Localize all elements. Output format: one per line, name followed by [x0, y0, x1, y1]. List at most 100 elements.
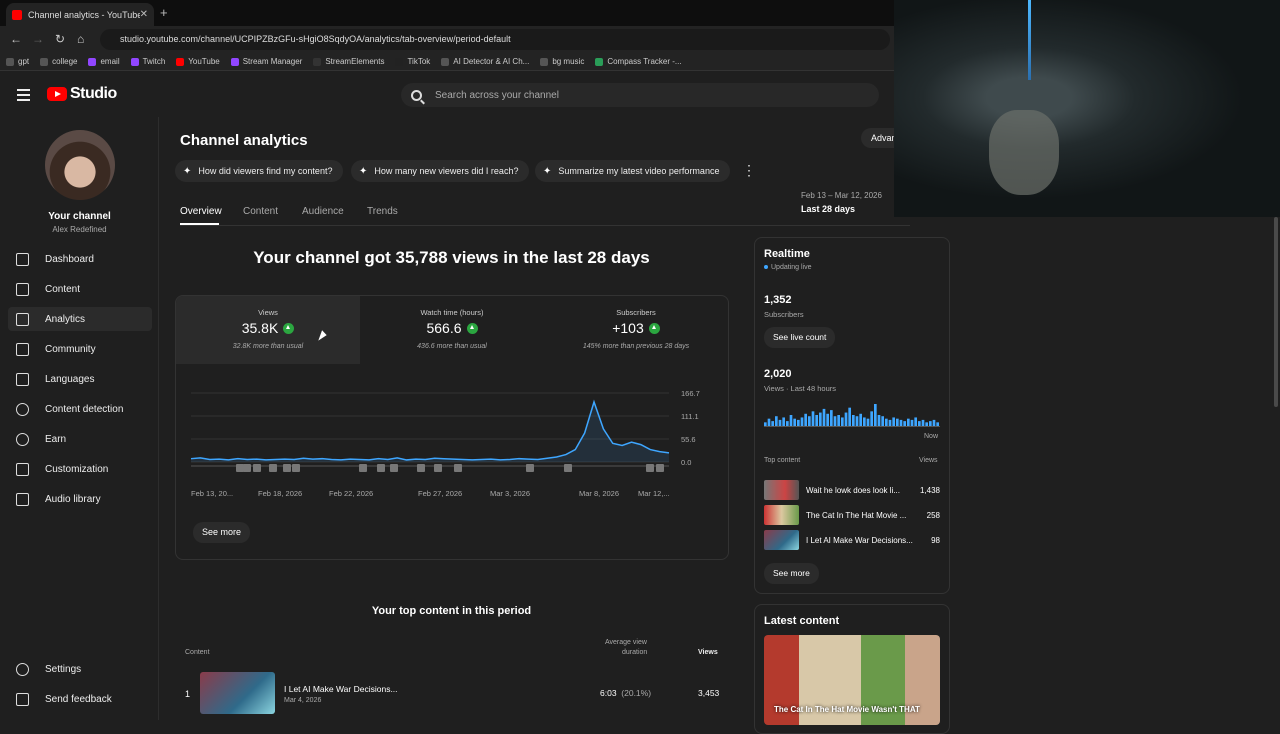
video-marker[interactable] — [377, 464, 385, 472]
realtime-bar[interactable] — [885, 418, 888, 426]
realtime-bar[interactable] — [822, 408, 826, 426]
video-marker[interactable] — [236, 464, 244, 472]
realtime-bar[interactable] — [910, 419, 914, 426]
realtime-bar[interactable] — [844, 412, 848, 426]
realtime-bar[interactable] — [881, 416, 884, 426]
video-marker[interactable] — [526, 464, 534, 472]
realtime-bar[interactable] — [866, 418, 870, 426]
sidebar-item-audio-library[interactable]: Audio library — [8, 487, 152, 511]
video-marker[interactable] — [292, 464, 300, 472]
home-icon[interactable]: ⌂ — [77, 32, 84, 46]
realtime-bar[interactable] — [936, 422, 939, 426]
new-tab-button[interactable]: + — [160, 5, 168, 20]
video-marker[interactable] — [454, 464, 462, 472]
sidebar-item-content[interactable]: Content — [8, 277, 152, 301]
period-label[interactable]: Last 28 days — [801, 204, 855, 214]
realtime-bar[interactable] — [833, 416, 837, 426]
more-options-icon[interactable]: ⋮ — [742, 162, 756, 179]
back-icon[interactable]: ← — [10, 32, 22, 46]
realtime-list-item[interactable]: Wait he lowk does look li... 1,438 — [764, 480, 940, 500]
bookmark-item[interactable]: gpt — [6, 57, 29, 66]
sidebar-item-customization[interactable]: Customization — [8, 457, 152, 481]
hamburger-menu-icon[interactable] — [17, 89, 30, 101]
scrollbar[interactable] — [1274, 217, 1278, 407]
video-marker[interactable] — [243, 464, 251, 472]
realtime-bar[interactable] — [819, 412, 822, 426]
close-tab-icon[interactable]: ✕ — [140, 9, 148, 20]
realtime-bar[interactable] — [892, 417, 895, 426]
realtime-bar[interactable] — [800, 417, 804, 426]
realtime-bar[interactable] — [903, 421, 906, 426]
realtime-bar[interactable] — [775, 416, 778, 426]
sidebar-item-dashboard[interactable]: Dashboard — [8, 247, 152, 271]
realtime-see-more-button[interactable]: See more — [764, 563, 819, 584]
tab-content[interactable]: Content — [243, 206, 278, 217]
bookmark-item[interactable]: Stream Manager — [230, 57, 302, 66]
reload-icon[interactable]: ↻ — [55, 32, 65, 46]
col-header-views[interactable]: Views — [698, 649, 718, 656]
realtime-bar[interactable] — [778, 419, 782, 426]
sidebar-item-analytics[interactable]: Analytics — [8, 307, 152, 331]
bookmark-item[interactable]: StreamElements — [313, 57, 384, 66]
bookmark-item[interactable]: bg music — [540, 57, 584, 66]
ask-chip-find-content[interactable]: ✦ How did viewers find my content? — [175, 160, 344, 182]
realtime-bar[interactable] — [764, 422, 767, 426]
sidebar-item-settings[interactable]: Settings — [8, 657, 152, 681]
studio-logo[interactable]: Studio — [47, 85, 117, 103]
video-thumbnail[interactable] — [200, 672, 275, 714]
period-range[interactable]: Feb 13 – Mar 12, 2026 — [801, 191, 882, 200]
realtime-bar[interactable] — [925, 422, 928, 426]
search-input[interactable]: Search across your channel — [401, 83, 879, 107]
bookmark-item[interactable]: college — [40, 57, 77, 66]
video-marker[interactable] — [359, 464, 367, 472]
channel-avatar[interactable] — [45, 130, 115, 200]
bookmark-item[interactable]: YouTube — [176, 57, 220, 66]
metric-views[interactable]: Views 35.8K 32.8K more than usual — [176, 296, 360, 364]
realtime-bar[interactable] — [874, 404, 877, 426]
realtime-bar[interactable] — [870, 411, 873, 426]
realtime-bar[interactable] — [837, 415, 840, 426]
video-marker[interactable] — [253, 464, 261, 472]
url-field[interactable]: studio.youtube.com/channel/UCPIPZBzGFu-s… — [100, 29, 890, 50]
table-row[interactable]: 1 I Let AI Make War Decisions... Mar 4, … — [175, 667, 729, 717]
metric-watch-time[interactable]: Watch time (hours) 566.6 436.6 more than… — [360, 296, 544, 364]
realtime-bar[interactable] — [793, 418, 796, 426]
realtime-bar[interactable] — [826, 413, 829, 426]
video-title[interactable]: I Let AI Make War Decisions... — [284, 684, 398, 694]
realtime-bar[interactable] — [771, 421, 774, 426]
video-marker[interactable] — [283, 464, 291, 472]
realtime-bar[interactable] — [918, 421, 921, 426]
bookmark-item[interactable]: email — [88, 57, 120, 66]
realtime-bar[interactable] — [921, 419, 925, 426]
realtime-bar[interactable] — [932, 419, 936, 426]
metric-subscribers[interactable]: Subscribers +103 145% more than previous… — [544, 296, 728, 364]
tab-audience[interactable]: Audience — [302, 206, 344, 217]
realtime-bar[interactable] — [767, 418, 771, 426]
tab-trends[interactable]: Trends — [367, 206, 398, 217]
realtime-bar[interactable] — [929, 421, 932, 426]
bookmark-item[interactable]: Twitch — [130, 57, 165, 66]
realtime-bar[interactable] — [811, 411, 815, 426]
realtime-bar[interactable] — [797, 419, 800, 426]
video-marker[interactable] — [269, 464, 277, 472]
realtime-bar[interactable] — [808, 416, 811, 426]
realtime-bar[interactable] — [848, 407, 851, 426]
video-marker[interactable] — [656, 464, 664, 472]
realtime-bar[interactable] — [899, 419, 903, 426]
sidebar-item-copyright[interactable]: Content detection — [8, 397, 152, 421]
forward-icon[interactable]: → — [32, 32, 44, 46]
sidebar-item-earn[interactable]: Earn — [8, 427, 152, 451]
realtime-bar[interactable] — [859, 413, 862, 426]
realtime-list-item[interactable]: I Let AI Make War Decisions... 98 — [764, 530, 940, 550]
video-marker[interactable] — [390, 464, 398, 472]
realtime-bar[interactable] — [888, 419, 892, 426]
realtime-list-item[interactable]: The Cat In The Hat Movie ... 258 — [764, 505, 940, 525]
realtime-bar[interactable] — [789, 415, 793, 426]
realtime-bar[interactable] — [877, 415, 881, 426]
realtime-bar[interactable] — [815, 415, 818, 426]
bookmark-item[interactable]: Compass Tracker -... — [595, 57, 682, 66]
realtime-bar[interactable] — [907, 418, 910, 426]
bookmark-item[interactable]: AI Detector & AI Ch... — [441, 57, 529, 66]
see-live-count-button[interactable]: See live count — [764, 327, 836, 348]
ask-chip-new-viewers[interactable]: ✦ How many new viewers did I reach? — [351, 160, 530, 182]
